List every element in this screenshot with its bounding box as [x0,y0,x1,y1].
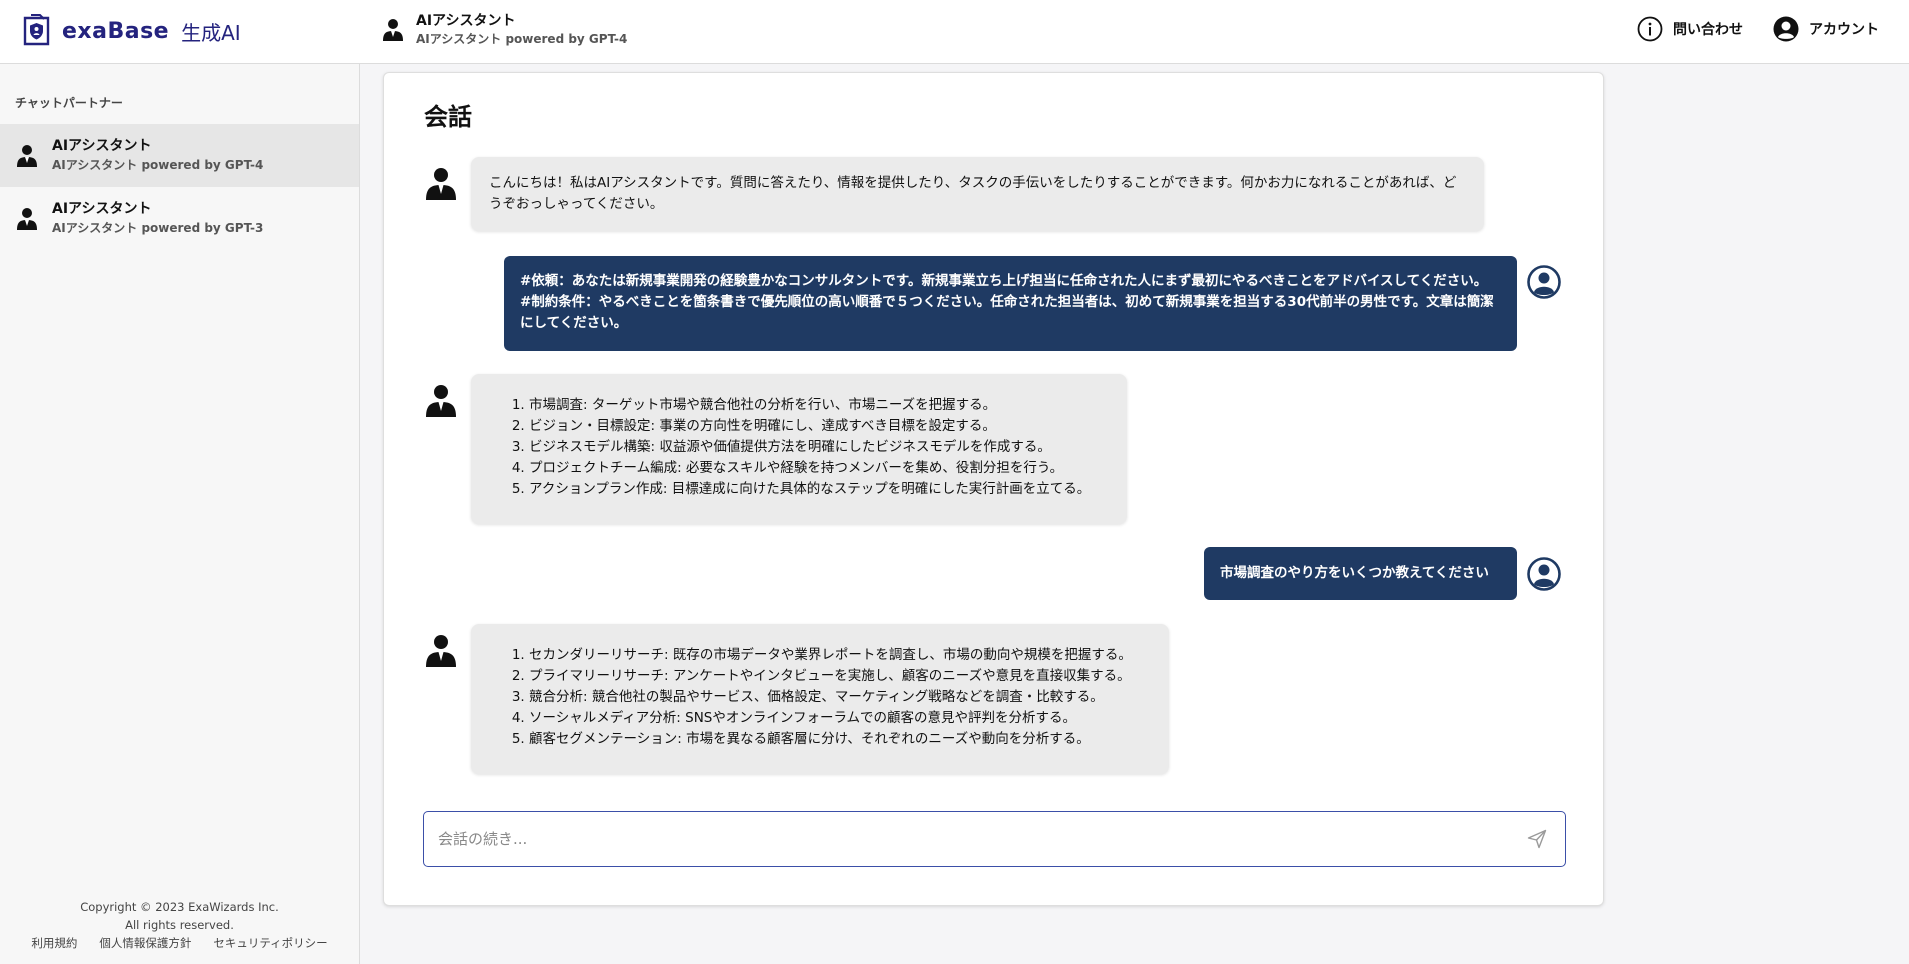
list-item: ビジョン・目標設定: 事業の方向性を明確にし、達成すべき目標を設定する。 [529,416,1127,437]
assistant-avatar-icon [426,385,456,417]
sidebar-item-gpt3[interactable]: AIアシスタント AIアシスタント powered by GPT-3 [0,187,359,250]
sidebar-item-gpt4[interactable]: AIアシスタント AIアシスタント powered by GPT-4 [0,124,359,187]
info-icon [1637,16,1663,42]
list-item: プライマリーリサーチ: アンケートやインタビューを実施し、顧客のニーズや意見を直… [529,666,1169,687]
list-item: ソーシャルメディア分析: SNSやオンラインフォーラムでの顧客の意見や評判を分析… [529,708,1169,729]
user-message: #依頼：あなたは新規事業開発の経験豊かなコンサルタントです。新規事業立ち上げ担当… [504,256,1517,351]
assistant-message: こんにちは！私はAIアシスタントです。質問に答えたり、情報を提供したり、タスクの… [471,157,1484,231]
person-icon [383,19,403,41]
sidebar-item-sub: AIアシスタント powered by GPT-4 [52,158,264,172]
sidebar-item-name: AIアシスタント [52,138,152,154]
message-input-box [423,811,1566,867]
list-item: 競合分析: 競合他社の製品やサービス、価格設定、マーケティング戦略などを調査・比… [529,687,1169,708]
sidebar-item-sub: AIアシスタント powered by GPT-3 [52,221,264,235]
send-icon[interactable] [1527,829,1547,849]
contact-button[interactable]: 問い合わせ [1637,16,1743,42]
message-text: 市場調査のやり方をいくつか教えてください [1220,565,1489,581]
list-item: ビジネスモデル構築: 収益源や価値提供方法を明確にしたビジネスモデルを作成する。 [529,437,1127,458]
current-partner: AIアシスタント AIアシスタント powered by GPT-4 [382,12,627,48]
conversation-title: 会話 [424,103,472,131]
footer-links: 利用規約 個人情報保護方針 セキュリティポリシー [0,934,359,952]
security-link[interactable]: セキュリティポリシー [213,934,327,952]
logo-shield-icon [23,14,50,46]
person-icon [17,144,37,167]
user-avatar-icon [1527,557,1561,591]
list-item: アクションプラン作成: 目標達成に向けた具体的なステップを明確にした実行計画を立… [529,479,1127,500]
sidebar: チャットパートナー AIアシスタント AIアシスタント powered by G… [0,64,360,964]
account-icon [1773,16,1799,42]
assistant-message: セカンダリーリサーチ: 既存の市場データや業界レポートを調査し、市場の動向や規模… [471,624,1169,774]
message-text: #依頼：あなたは新規事業開発の経験豊かなコンサルタントです。新規事業立ち上げ担当… [520,273,1494,331]
message-input[interactable] [438,812,1508,865]
user-avatar-icon [1527,265,1561,299]
sidebar-footer: Copyright © 2023 ExaWizards Inc. All rig… [0,898,359,952]
assistant-avatar-icon [426,168,456,200]
current-partner-name: AIアシスタント [416,13,516,29]
copyright: Copyright © 2023 ExaWizards Inc. [80,900,279,914]
message-list: 市場調査: ターゲット市場や競合他社の分析を行い、市場ニーズを把握する。 ビジョ… [489,395,1127,500]
terms-link[interactable]: 利用規約 [31,934,77,952]
list-item: セカンダリーリサーチ: 既存の市場データや業界レポートを調査し、市場の動向や規模… [529,645,1169,666]
sidebar-title: チャットパートナー [15,96,123,110]
list-item: プロジェクトチーム編成: 必要なスキルや経験を持つメンバーを集め、役割分担を行う… [529,458,1127,479]
logo-text: exaBase [62,18,170,44]
message-text: こんにちは！私はAIアシスタントです。質問に答えたり、情報を提供したり、タスクの… [489,175,1457,212]
header-actions: 問い合わせ アカウント [1637,16,1879,42]
logo[interactable]: exaBase 生成AI [22,14,241,48]
current-partner-sub: AIアシスタント powered by GPT-4 [416,32,628,46]
person-icon [17,207,37,230]
conversation-panel: 会話 こんにちは！私はAIアシスタントです。質問に答えたり、情報を提供したり、タ… [383,72,1604,906]
list-item: 市場調査: ターゲット市場や競合他社の分析を行い、市場ニーズを把握する。 [529,395,1127,416]
privacy-link[interactable]: 個人情報保護方針 [99,934,191,952]
assistant-message: 市場調査: ターゲット市場や競合他社の分析を行い、市場ニーズを把握する。 ビジョ… [471,374,1127,524]
rights-reserved: All rights reserved. [125,918,234,932]
sidebar-item-name: AIアシスタント [52,201,152,217]
assistant-avatar-icon [426,635,456,667]
account-label: アカウント [1809,22,1879,38]
top-header: exaBase 生成AI AIアシスタント AIアシスタント powered b… [0,0,1909,64]
logo-subtext: 生成AI [181,20,241,45]
contact-label: 問い合わせ [1673,22,1743,38]
list-item: 顧客セグメンテーション: 市場を異なる顧客層に分け、それぞれのニーズや動向を分析… [529,729,1169,750]
account-button[interactable]: アカウント [1773,16,1879,42]
message-list: セカンダリーリサーチ: 既存の市場データや業界レポートを調査し、市場の動向や規模… [489,645,1169,750]
user-message: 市場調査のやり方をいくつか教えてください [1204,547,1517,600]
